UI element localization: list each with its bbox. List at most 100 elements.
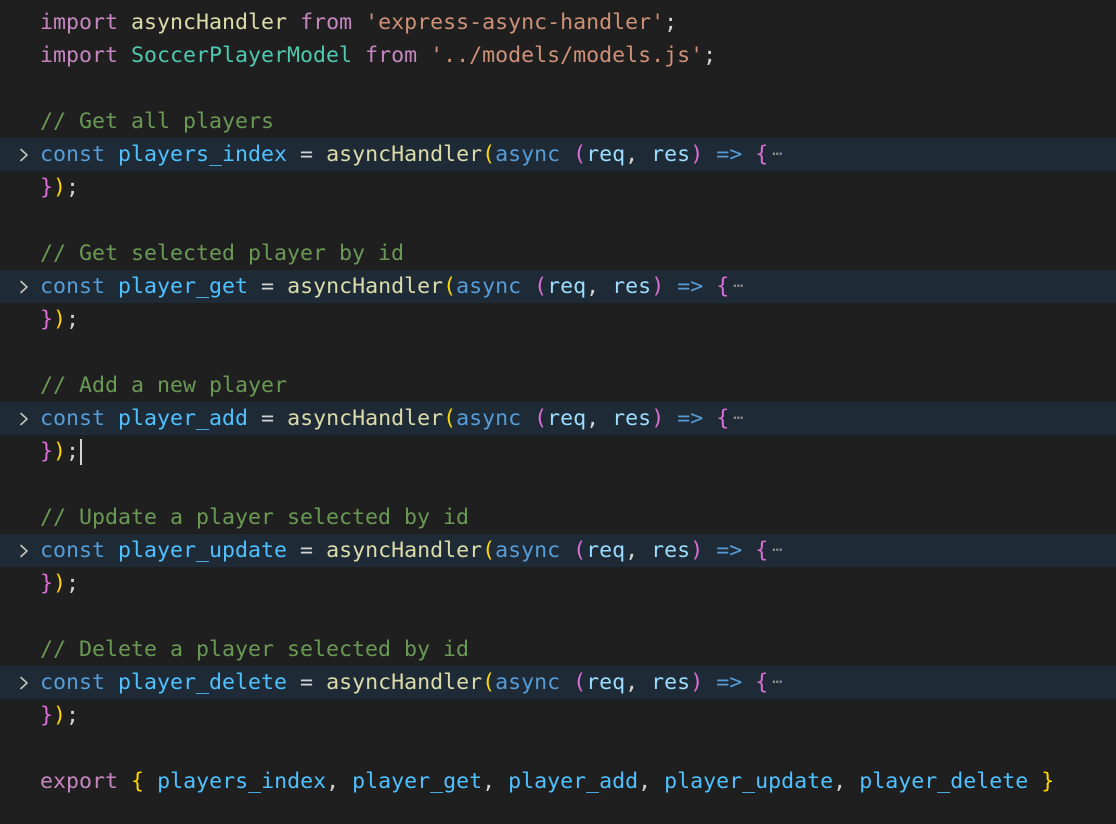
code-token: ( (534, 274, 548, 299)
code-token: ( (573, 670, 587, 695)
code-token: , (482, 769, 509, 794)
chevron-right-icon[interactable] (14, 402, 34, 435)
code-token: } (40, 571, 54, 596)
code-token: } (40, 175, 54, 200)
code-token: players_index (157, 769, 327, 794)
code-line[interactable] (0, 336, 1116, 369)
code-line[interactable]: export { players_index, player_get, play… (0, 765, 1116, 798)
folded-ellipsis[interactable]: ⋯ (772, 666, 782, 699)
code-text: }); (40, 435, 83, 468)
code-text: import asyncHandler from 'express-async-… (40, 6, 677, 39)
code-token: player_delete (118, 670, 288, 695)
chevron-right-icon[interactable] (14, 270, 34, 303)
folded-ellipsis[interactable]: ⋯ (772, 138, 782, 171)
code-token: ) (690, 142, 704, 167)
code-text: // Get all players (40, 105, 274, 138)
code-token: , (625, 538, 652, 563)
code-token: req (586, 670, 626, 695)
code-line-folded[interactable]: const player_get = asyncHandler(async (r… (0, 270, 1116, 303)
code-token: ; (66, 439, 80, 464)
code-line-folded[interactable]: const players_index = asyncHandler(async… (0, 138, 1116, 171)
code-token: SoccerPlayerModel (131, 43, 353, 68)
code-line[interactable]: }); (0, 171, 1116, 204)
code-text: const player_update = asyncHandler(async… (40, 534, 783, 567)
code-token: = (287, 142, 327, 167)
code-text: const player_add = asyncHandler(async (r… (40, 402, 744, 435)
code-line[interactable] (0, 204, 1116, 237)
code-token: { (755, 142, 769, 167)
code-token: { (755, 670, 769, 695)
folded-ellipsis[interactable]: ⋯ (733, 402, 743, 435)
code-token: player_get (118, 274, 249, 299)
code-token: , (638, 769, 665, 794)
code-token: asyncHandler (131, 10, 288, 35)
code-line-folded[interactable]: const player_delete = asyncHandler(async… (0, 666, 1116, 699)
code-line[interactable]: // Get all players (0, 105, 1116, 138)
code-line[interactable]: // Delete a player selected by id (0, 633, 1116, 666)
code-token: , (625, 142, 652, 167)
chevron-right-icon[interactable] (14, 534, 34, 567)
code-line[interactable]: import asyncHandler from 'express-async-… (0, 6, 1116, 39)
code-token: ; (66, 307, 80, 332)
code-text: }); (40, 567, 79, 600)
code-token: ; (703, 43, 717, 68)
code-line[interactable]: import SoccerPlayerModel from '../models… (0, 39, 1116, 72)
code-line[interactable] (0, 732, 1116, 765)
code-token: from (300, 10, 353, 35)
code-text: }); (40, 303, 79, 336)
code-token: // Add a new player (40, 373, 288, 398)
code-line[interactable]: // Get selected player by id (0, 237, 1116, 270)
code-token: = (287, 670, 327, 695)
code-token: ) (53, 175, 67, 200)
folded-ellipsis[interactable]: ⋯ (772, 534, 782, 567)
code-line[interactable]: }); (0, 303, 1116, 336)
code-token: = (287, 538, 327, 563)
code-token: player_add (508, 769, 639, 794)
code-line[interactable]: }); (0, 699, 1116, 732)
code-token: req (547, 406, 587, 431)
code-token: { (716, 274, 730, 299)
code-line[interactable]: }); (0, 567, 1116, 600)
code-token: ) (690, 538, 704, 563)
code-line[interactable]: }); (0, 435, 1116, 468)
code-token: const (40, 142, 106, 167)
code-line[interactable] (0, 468, 1116, 501)
chevron-right-icon[interactable] (14, 666, 34, 699)
code-line[interactable]: // Update a player selected by id (0, 501, 1116, 534)
chevron-right-icon[interactable] (14, 138, 34, 171)
code-line[interactable]: // Add a new player (0, 369, 1116, 402)
code-text: }); (40, 171, 79, 204)
code-token: , (586, 274, 613, 299)
folded-ellipsis[interactable]: ⋯ (733, 270, 743, 303)
code-token: const (40, 406, 106, 431)
code-editor[interactable]: import asyncHandler from 'express-async-… (0, 0, 1116, 824)
code-line-folded[interactable]: const player_update = asyncHandler(async… (0, 534, 1116, 567)
code-token: ) (651, 406, 665, 431)
code-line-folded[interactable]: const player_add = asyncHandler(async (r… (0, 402, 1116, 435)
code-line[interactable] (0, 600, 1116, 633)
code-text: const player_delete = asyncHandler(async… (40, 666, 783, 699)
code-line[interactable] (0, 72, 1116, 105)
code-token: async (495, 670, 561, 695)
